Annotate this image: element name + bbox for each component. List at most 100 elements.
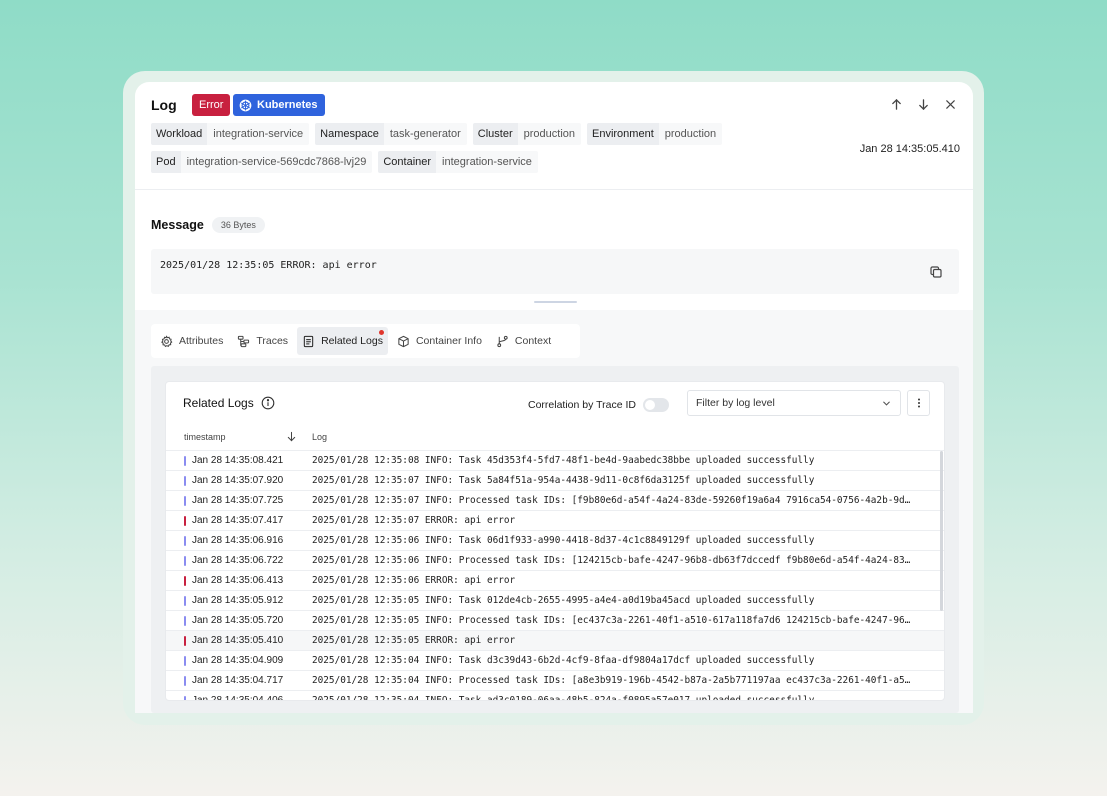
message-title: Message: [151, 218, 204, 232]
tag-workload[interactable]: Workload integration-service: [151, 123, 310, 145]
table-header: timestamp Log: [166, 427, 944, 451]
tab-label: Related Logs: [321, 335, 383, 347]
row-timestamp: Jan 28 14:35:04.406: [192, 695, 284, 701]
level-indicator: [184, 596, 186, 606]
table-row[interactable]: Jan 28 14:35:04.406 2025/01/28 12:35:04 I…: [166, 691, 944, 701]
tag-container[interactable]: Container integration-service: [378, 151, 538, 173]
row-log-text: 2025/01/28 12:35:07 INFO: Task 5a84f51a-…: [312, 475, 815, 486]
close-button[interactable]: [943, 97, 957, 111]
arrow-down-icon: [918, 98, 928, 110]
row-timestamp: Jan 28 14:35:05.410: [192, 635, 284, 646]
table-row[interactable]: Jan 28 14:35:04.717 2025/01/28 12:35:04 I…: [166, 671, 944, 691]
message-size-badge: 36 Bytes: [211, 217, 265, 233]
tag-value: production: [517, 123, 581, 145]
table-row[interactable]: Jan 28 14:35:07.920 2025/01/28 12:35:07 I…: [166, 471, 944, 491]
log-level-filter[interactable]: Filter by log level: [687, 390, 901, 416]
sort-arrow-down-icon[interactable]: [286, 431, 297, 442]
details-section: Attributes Traces Related Logs Container…: [135, 310, 973, 713]
tag-value: production: [658, 123, 723, 145]
log-header: Log Error Kubernetes Workload integratio…: [135, 82, 973, 190]
level-indicator: [184, 476, 186, 486]
level-indicator: [184, 676, 186, 686]
level-indicator: [184, 636, 186, 646]
tag-cluster[interactable]: Cluster production: [472, 123, 581, 145]
level-indicator: [184, 576, 186, 586]
level-indicator: [184, 516, 186, 526]
related-logs-card: Related Logs Correlation by Trace ID Fil…: [165, 381, 945, 701]
correlation-label: Correlation by Trace ID: [528, 399, 636, 411]
row-timestamp: Jan 28 14:35:07.725: [192, 495, 284, 506]
table-row[interactable]: Jan 28 14:35:06.722 2025/01/28 12:35:06 I…: [166, 551, 944, 571]
row-timestamp: Jan 28 14:35:07.920: [192, 475, 284, 486]
correlation-toggle[interactable]: [642, 398, 669, 412]
resize-handle[interactable]: [534, 301, 577, 303]
level-indicator: [184, 456, 186, 466]
level-indicator: [184, 616, 186, 626]
related-logs-container: Related Logs Correlation by Trace ID Fil…: [151, 366, 959, 713]
tag-value: integration-service-569cdc7868-lvj29: [180, 151, 373, 173]
table-row[interactable]: Jan 28 14:35:05.912 2025/01/28 12:35:05 I…: [166, 591, 944, 611]
row-timestamp: Jan 28 14:35:06.413: [192, 575, 284, 586]
row-log-text: 2025/01/28 12:35:04 INFO: Task ad3c0189-…: [312, 695, 815, 701]
row-log-text: 2025/01/28 12:35:06 ERROR: api error: [312, 575, 516, 586]
source-badge: Kubernetes: [233, 94, 325, 116]
related-logs-title: Related Logs: [183, 396, 254, 410]
level-badge: Error: [192, 94, 231, 116]
tab-context[interactable]: Context: [491, 327, 556, 355]
table-row[interactable]: Jan 28 14:35:04.909 2025/01/28 12:35:04 I…: [166, 651, 944, 671]
tab-traces[interactable]: Traces: [232, 327, 293, 355]
tab-related-logs[interactable]: Related Logs: [297, 327, 388, 355]
table-row[interactable]: Jan 28 14:35:05.410 2025/01/28 12:35:05 E…: [166, 631, 944, 651]
tab-label: Context: [514, 335, 552, 347]
log-detail-panel: Log Error Kubernetes Workload integratio…: [135, 82, 973, 713]
column-timestamp[interactable]: timestamp: [184, 432, 226, 442]
document-icon: [303, 335, 314, 347]
row-log-text: 2025/01/28 12:35:08 INFO: Task 45d353f4-…: [312, 455, 815, 466]
level-indicator: [184, 556, 186, 566]
tab-label: Traces: [256, 335, 289, 347]
log-rows: Jan 28 14:35:08.421 2025/01/28 12:35:08 I…: [166, 451, 944, 701]
previous-log-button[interactable]: [889, 97, 903, 111]
column-log: Log: [312, 432, 328, 442]
box-icon: [398, 335, 409, 347]
tab-label: Attributes: [179, 335, 224, 347]
table-row[interactable]: Jan 28 14:35:07.417 2025/01/28 12:35:07 E…: [166, 511, 944, 531]
tab-attributes[interactable]: Attributes: [155, 327, 228, 355]
row-log-text: 2025/01/28 12:35:07 ERROR: api error: [312, 515, 516, 526]
tag-value: task-generator: [383, 123, 467, 145]
tab-container-info[interactable]: Container Info: [392, 327, 487, 355]
row-timestamp: Jan 28 14:35:05.912: [192, 595, 284, 606]
tag-namespace[interactable]: Namespace task-generator: [315, 123, 467, 145]
more-options-button[interactable]: [907, 390, 930, 416]
notification-dot: [378, 330, 384, 335]
tag-value: integration-service: [207, 123, 310, 145]
tag-pod[interactable]: Pod integration-service-569cdc7868-lvj29: [151, 151, 373, 173]
table-row[interactable]: Jan 28 14:35:08.421 2025/01/28 12:35:08 I…: [166, 451, 944, 471]
table-row[interactable]: Jan 28 14:35:06.916 2025/01/28 12:35:06 I…: [166, 531, 944, 551]
scrollbar[interactable]: [940, 451, 943, 611]
table-row[interactable]: Jan 28 14:35:07.725 2025/01/28 12:35:07 I…: [166, 491, 944, 511]
branch-icon: [497, 335, 508, 347]
gear-icon: [161, 334, 173, 347]
chevron-down-icon: [883, 401, 890, 406]
tag-key: Cluster: [472, 123, 518, 145]
tag-environment[interactable]: Environment production: [587, 123, 723, 145]
level-indicator: [184, 696, 186, 700]
row-log-text: 2025/01/28 12:35:07 INFO: Processed task…: [312, 495, 912, 506]
tab-label: Container Info: [415, 335, 482, 347]
kubernetes-icon: [239, 99, 252, 111]
message-body: 2025/01/28 12:35:05 ERROR: api error: [160, 260, 377, 271]
table-row[interactable]: Jan 28 14:35:06.413 2025/01/28 12:35:06 E…: [166, 571, 944, 591]
tag-key: Namespace: [315, 123, 384, 145]
log-timestamp: Jan 28 14:35:05.410: [859, 143, 960, 155]
arrow-up-icon: [891, 98, 901, 110]
row-timestamp: Jan 28 14:35:04.909: [192, 655, 284, 666]
next-log-button[interactable]: [916, 97, 930, 111]
row-timestamp: Jan 28 14:35:07.417: [192, 515, 284, 526]
info-icon[interactable]: [261, 396, 275, 410]
tag-key: Environment: [587, 123, 659, 145]
row-log-text: 2025/01/28 12:35:05 ERROR: api error: [312, 635, 516, 646]
row-timestamp: Jan 28 14:35:05.720: [192, 615, 284, 626]
table-row[interactable]: Jan 28 14:35:05.720 2025/01/28 12:35:05 I…: [166, 611, 944, 631]
copy-icon[interactable]: [929, 265, 943, 279]
